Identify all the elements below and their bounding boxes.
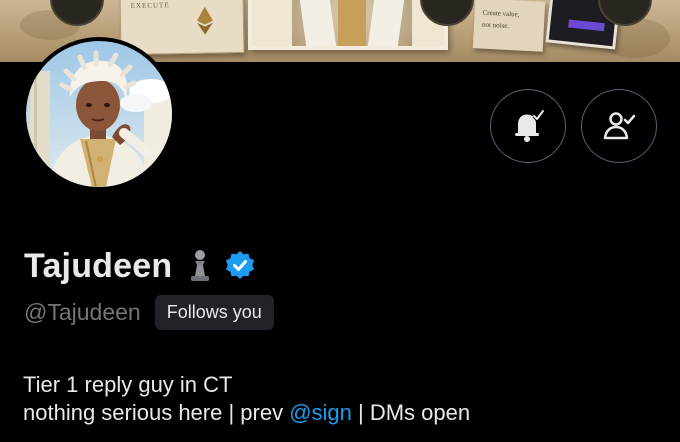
handle-row: @Tajudeen Follows you: [24, 294, 274, 330]
chess-pawn-icon: [191, 250, 210, 281]
banner-photo: [248, 0, 448, 50]
bell-check-icon: [515, 109, 545, 142]
ethereum-icon: [196, 6, 213, 35]
display-name: Tajudeen: [24, 246, 173, 285]
bio-line: nothing serious here | prev @sign | DMs …: [23, 399, 470, 427]
person-check-icon: [603, 112, 636, 140]
banner-note-card: Create value, not noise.: [472, 0, 546, 52]
profile-page: EXECUTE Create value, not noise. Tajudee…: [0, 0, 680, 442]
notifications-button[interactable]: [490, 89, 566, 163]
profile-bio: Tier 1 reply guy in CT nothing serious h…: [23, 371, 470, 427]
display-name-row: Tajudeen: [24, 246, 256, 286]
username-handle: @Tajudeen: [24, 298, 141, 325]
banner-execute-label: EXECUTE: [130, 1, 170, 10]
bio-line: Tier 1 reply guy in CT: [23, 372, 233, 397]
banner-note-line: not noise.: [481, 20, 510, 31]
banner-note-line: Create value,: [482, 8, 520, 19]
follows-you-badge: Follows you: [154, 294, 274, 330]
verified-badge-icon[interactable]: [224, 250, 256, 282]
bio-mention-link[interactable]: @sign: [289, 400, 352, 425]
bio-text: nothing serious here | prev: [23, 400, 290, 425]
following-button[interactable]: [581, 89, 657, 163]
bio-text: | DMs open: [351, 400, 471, 425]
avatar-image: [26, 41, 172, 187]
avatar[interactable]: [22, 37, 176, 191]
